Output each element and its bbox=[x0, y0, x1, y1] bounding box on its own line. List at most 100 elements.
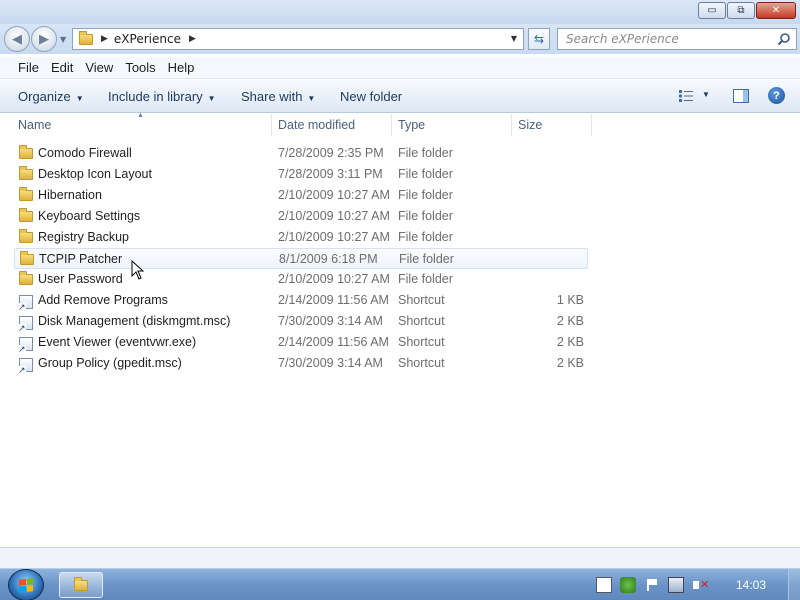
shortcut-row[interactable]: Event Viewer (eventvwr.exe) 2/14/2009 11:… bbox=[14, 332, 588, 354]
file-date-modified: 7/28/2009 2:35 PM bbox=[278, 146, 384, 160]
menu-bar: File Edit View Tools Help bbox=[0, 57, 800, 79]
file-name: Group Policy (gpedit.msc) bbox=[38, 356, 182, 370]
network-icon[interactable] bbox=[668, 577, 684, 593]
shortcut-row[interactable]: Disk Management (diskmgmt.msc) 7/30/2009 … bbox=[14, 311, 588, 333]
change-view-icon[interactable] bbox=[678, 89, 694, 103]
folder-row[interactable]: Keyboard Settings 2/10/2009 10:27 AM File … bbox=[14, 206, 588, 227]
clock[interactable]: 14:03 bbox=[736, 578, 766, 592]
recent-pages-dropdown-icon[interactable]: ▼ bbox=[60, 35, 66, 44]
breadcrumb-separator-icon[interactable]: ▶ bbox=[189, 34, 196, 44]
file-date-modified: 2/10/2009 10:27 AM bbox=[278, 188, 390, 202]
close-button[interactable]: ✕ bbox=[756, 2, 796, 19]
column-divider[interactable] bbox=[511, 114, 512, 136]
window-controls: ▭ ⧉ ✕ bbox=[698, 2, 796, 19]
title-bar: ▭ ⧉ ✕ bbox=[0, 0, 800, 24]
file-type: File folder bbox=[398, 146, 453, 160]
share-with-label: Share with bbox=[241, 89, 303, 104]
folder-icon bbox=[19, 271, 33, 285]
maximize-button[interactable]: ⧉ bbox=[727, 2, 755, 19]
new-folder-button[interactable]: New folder bbox=[340, 89, 402, 104]
file-type: File folder bbox=[398, 272, 453, 286]
file-name: Registry Backup bbox=[38, 230, 130, 244]
file-type: Shortcut bbox=[398, 356, 445, 370]
menu-view[interactable]: View bbox=[85, 60, 113, 75]
search-icon[interactable] bbox=[777, 32, 791, 46]
taskbar-explorer-button[interactable] bbox=[59, 572, 103, 598]
shortcut-row[interactable]: Group Policy (gpedit.msc) 7/30/2009 3:14 … bbox=[14, 353, 588, 375]
taskbar: ✕ 14:03 bbox=[0, 568, 800, 600]
file-type: Shortcut bbox=[398, 293, 445, 307]
view-options-dropdown-icon[interactable]: ▼ bbox=[702, 90, 710, 99]
file-name: Disk Management (diskmgmt.msc) bbox=[38, 314, 231, 328]
folder-row[interactable]: TCPIP Patcher 8/1/2009 6:18 PM File folder bbox=[14, 248, 588, 269]
show-desktop-button[interactable] bbox=[788, 569, 800, 600]
folder-icon bbox=[19, 166, 33, 180]
address-bar-area: ◀ ▶ ▼ ▶ eXPerience ▶ ▼ ⇆ Search eXPerien… bbox=[0, 24, 800, 54]
flag-icon[interactable] bbox=[644, 577, 660, 593]
menu-edit[interactable]: Edit bbox=[51, 60, 73, 75]
file-type: File folder bbox=[398, 188, 453, 202]
column-header-name[interactable]: Name bbox=[18, 118, 51, 132]
folder-row[interactable]: Hibernation 2/10/2009 10:27 AM File folder bbox=[14, 185, 588, 206]
chevron-down-icon: ▼ bbox=[75, 94, 84, 103]
column-header-type[interactable]: Type bbox=[398, 118, 425, 132]
volume-muted-icon[interactable]: ✕ bbox=[692, 577, 709, 593]
folder-row[interactable]: Registry Backup 2/10/2009 10:27 AM File fo… bbox=[14, 227, 588, 248]
file-size: 2 KB bbox=[556, 314, 584, 328]
folder-row[interactable]: User Password 2/10/2009 10:27 AM File fold… bbox=[14, 269, 588, 290]
menu-file[interactable]: File bbox=[18, 60, 39, 75]
windows-logo-icon bbox=[19, 578, 33, 593]
file-type: Shortcut bbox=[398, 314, 445, 328]
file-name: Comodo Firewall bbox=[38, 146, 132, 160]
share-with-button[interactable]: Share with ▼ bbox=[241, 89, 315, 104]
file-date-modified: 2/14/2009 11:56 AM bbox=[278, 293, 389, 307]
breadcrumb-separator-icon[interactable]: ▶ bbox=[101, 34, 108, 44]
chevron-down-icon: ▼ bbox=[207, 94, 216, 103]
include-in-library-button[interactable]: Include in library ▼ bbox=[108, 89, 216, 104]
search-input[interactable]: Search eXPerience bbox=[557, 28, 797, 50]
security-shield-icon[interactable] bbox=[620, 577, 636, 593]
refresh-button[interactable]: ⇆ bbox=[528, 28, 550, 50]
forward-button[interactable]: ▶ bbox=[31, 26, 57, 52]
file-date-modified: 2/10/2009 10:27 AM bbox=[278, 272, 390, 286]
file-size: 2 KB bbox=[556, 335, 584, 349]
menu-help[interactable]: Help bbox=[168, 60, 195, 75]
column-divider[interactable] bbox=[271, 114, 272, 136]
column-divider[interactable] bbox=[391, 114, 392, 136]
folder-row[interactable]: Comodo Firewall 7/28/2009 2:35 PM File fol… bbox=[14, 143, 588, 164]
action-center-icon[interactable] bbox=[596, 577, 612, 593]
folder-icon bbox=[19, 229, 33, 243]
preview-pane-icon[interactable] bbox=[733, 89, 749, 103]
shortcut-icon bbox=[18, 358, 33, 375]
column-header-size[interactable]: Size bbox=[518, 118, 542, 132]
address-dropdown-icon[interactable]: ▼ bbox=[511, 34, 517, 43]
file-name: Desktop Icon Layout bbox=[38, 167, 152, 181]
folder-row[interactable]: Desktop Icon Layout 7/28/2009 3:11 PM File… bbox=[14, 164, 588, 185]
back-button[interactable]: ◀ bbox=[4, 26, 30, 52]
file-name: Hibernation bbox=[38, 188, 102, 202]
column-headers: ▲ Name Date modified Type Size bbox=[0, 112, 800, 136]
file-size: 1 KB bbox=[556, 293, 584, 307]
organize-button[interactable]: Organize ▼ bbox=[18, 89, 84, 104]
forward-arrow-icon: ▶ bbox=[39, 31, 49, 47]
file-name: TCPIP Patcher bbox=[39, 252, 123, 266]
file-date-modified: 8/1/2009 6:18 PM bbox=[279, 252, 378, 266]
command-bar: Organize ▼ Include in library ▼ Share with… bbox=[0, 80, 800, 113]
file-name: Add Remove Programs bbox=[38, 293, 168, 307]
minimize-button[interactable]: ▭ bbox=[698, 2, 726, 19]
column-header-date[interactable]: Date modified bbox=[278, 118, 355, 132]
help-icon[interactable]: ? bbox=[768, 87, 785, 104]
folder-icon bbox=[79, 30, 93, 45]
start-button[interactable] bbox=[8, 569, 44, 600]
file-size: 2 KB bbox=[556, 356, 584, 370]
folder-icon bbox=[19, 145, 33, 159]
address-box[interactable]: ▶ eXPerience ▶ ▼ bbox=[72, 28, 524, 50]
column-divider[interactable] bbox=[591, 114, 592, 136]
menu-tools[interactable]: Tools bbox=[125, 60, 155, 75]
system-tray: ✕ bbox=[596, 577, 709, 593]
breadcrumb-experience[interactable]: eXPerience bbox=[114, 32, 181, 46]
mouse-cursor-icon bbox=[131, 260, 145, 280]
shortcut-row[interactable]: Add Remove Programs 2/14/2009 11:56 AM Sho… bbox=[14, 290, 588, 312]
folder-icon bbox=[19, 187, 33, 201]
file-name: Keyboard Settings bbox=[38, 209, 141, 223]
